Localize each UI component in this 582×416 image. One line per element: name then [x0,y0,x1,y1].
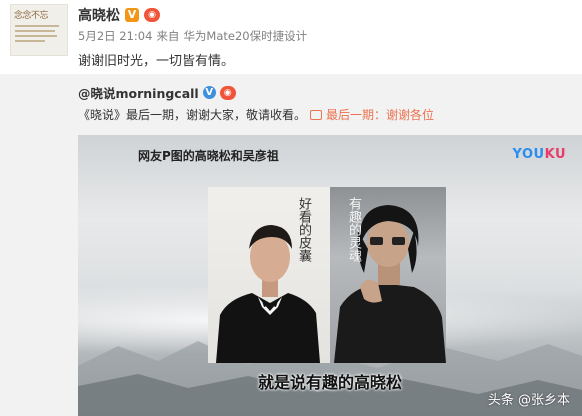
post-meta: 5月2日 21:04 来自 华为Mate20保时捷设计 [78,28,311,44]
post-source-prefix: 来自 [156,29,180,43]
avatar[interactable]: 念念不忘 [10,4,68,56]
video-title: 网友P图的高晓松和吴彦祖 [138,149,279,163]
repost-text-body: 《晓说》最后一期，谢谢大家，敬请收看。 [78,108,307,122]
right-photo-caption: 有趣的灵魂 [346,197,361,262]
avatar-text-lines [15,25,63,45]
repost-author[interactable]: @晓说morningcall [78,83,199,102]
youku-logo: YOUKU [512,147,566,162]
post-date[interactable]: 5月2日 21:04 [78,29,152,43]
avatar-logo: 念念不忘 [14,11,49,21]
link-icon[interactable] [310,110,323,120]
verified-icon[interactable]: V [125,8,139,22]
left-photo-caption: 好看的皮囊 [296,197,311,262]
repost-card: @晓说morningcall V ◉ 《晓说》最后一期，谢谢大家，敬请收看。 最后… [0,74,582,416]
repost-link[interactable]: 最后一期：谢谢各位 [326,108,434,122]
watermark: 头条 @张乡本 [487,393,570,408]
post-source[interactable]: 华为Mate20保时捷设计 [183,29,307,43]
post-text: 谢谢旧时光，一切皆有情。 [78,54,235,69]
repost-text: 《晓说》最后一期，谢谢大家，敬请收看。 最后一期：谢谢各位 [78,106,434,123]
medal-icon[interactable]: ◉ [219,85,236,100]
repost-author-row: @晓说morningcall V ◉ [78,83,236,102]
verified-icon[interactable]: V [202,86,216,99]
video-player[interactable]: 网友P图的高晓松和吴彦祖 YOUKU 好看的皮囊 有趣的灵魂 就是说有趣的高晓松… [78,135,582,416]
author-name[interactable]: 高晓松 [78,5,120,25]
portrait-left [216,225,320,363]
photo-left: 好看的皮囊 [208,187,330,363]
medal-icon[interactable]: ◉ [144,8,160,22]
post-author-row: 高晓松 V ◉ [78,6,160,24]
photo-right: 有趣的灵魂 [330,187,446,363]
